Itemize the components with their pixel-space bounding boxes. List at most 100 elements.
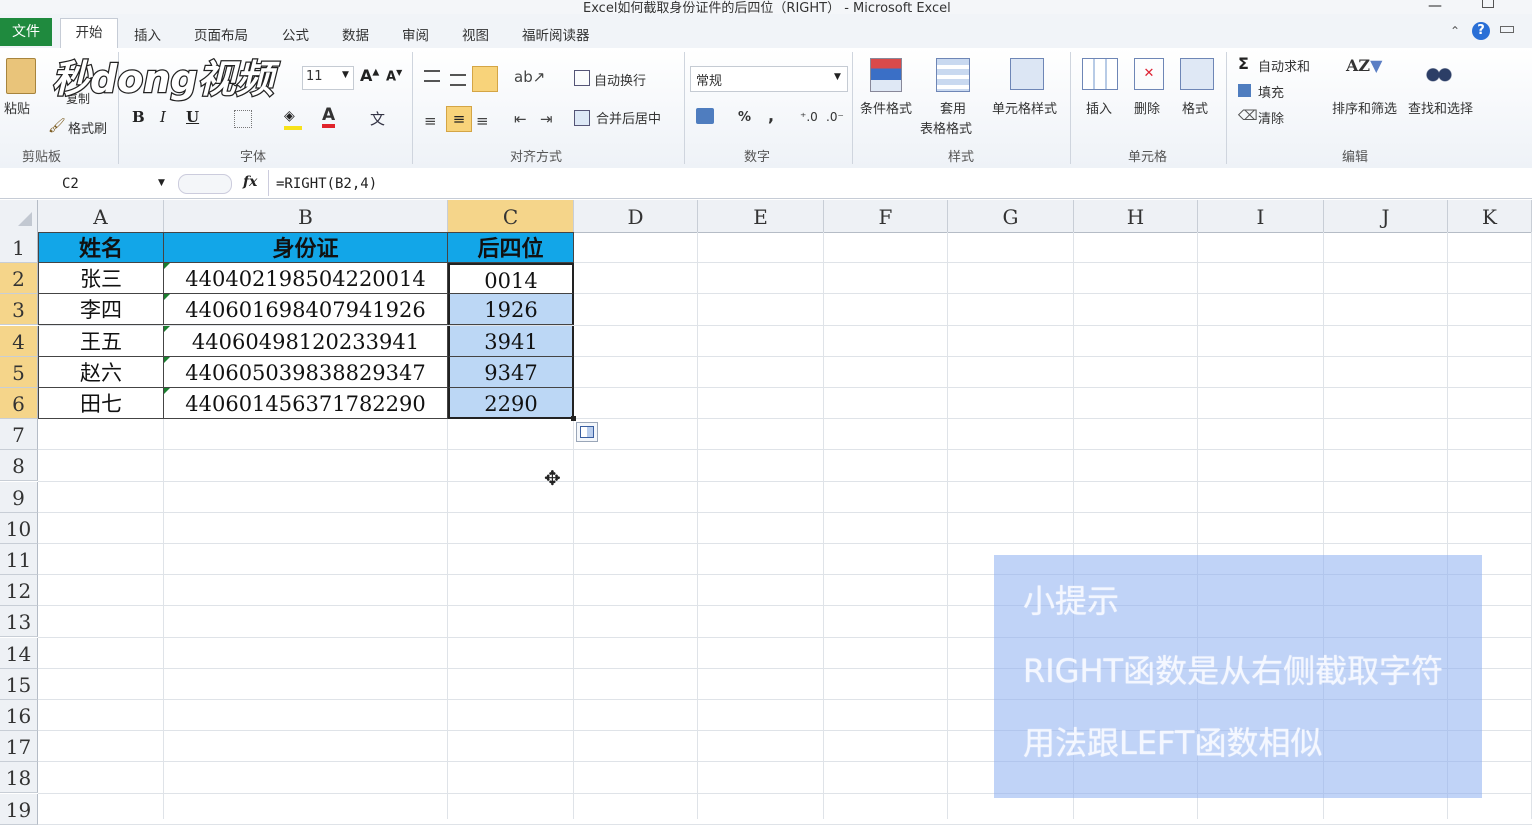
comma-button[interactable]: , <box>768 106 774 125</box>
shrink-font-icon[interactable]: A▼ <box>386 68 402 84</box>
cell-name[interactable]: 张三 <box>38 263 164 295</box>
align-bottom-icon[interactable] <box>472 66 498 92</box>
font-size-dropdown-icon[interactable]: ▼ <box>342 70 349 80</box>
percent-button[interactable]: % <box>738 110 751 125</box>
underline-button[interactable]: U <box>186 108 199 126</box>
window-minimize-icon[interactable] <box>1500 26 1514 33</box>
merge-center-button[interactable]: 合并后居中 <box>596 108 661 127</box>
error-indicator-icon[interactable] <box>164 294 170 301</box>
tab-data[interactable]: 数据 <box>342 24 369 44</box>
paste-icon[interactable] <box>6 58 36 94</box>
minimize-ribbon-icon[interactable]: ⌃ <box>1450 24 1460 38</box>
error-indicator-icon[interactable] <box>164 263 170 270</box>
cell-name[interactable]: 王五 <box>38 325 164 357</box>
cell-id-number[interactable]: 440601456371782290 <box>164 388 448 419</box>
column-header-f[interactable]: F <box>824 200 948 232</box>
border-icon[interactable] <box>234 110 252 128</box>
tab-page-layout[interactable]: 页面布局 <box>194 24 248 44</box>
restore-button[interactable] <box>1482 0 1494 8</box>
column-header-h[interactable]: H <box>1074 200 1198 232</box>
cell-id-number[interactable]: 440605039838829347 <box>164 356 448 388</box>
column-header-b[interactable]: B <box>164 200 448 232</box>
row-header-13[interactable]: 13 <box>0 606 38 638</box>
align-right-icon[interactable]: ≡ <box>476 112 489 130</box>
row-header-12[interactable]: 12 <box>0 575 38 607</box>
cell-name[interactable]: 李四 <box>38 294 164 326</box>
column-header-i[interactable]: I <box>1198 200 1324 232</box>
column-header-c[interactable]: C <box>448 200 574 232</box>
find-select-button[interactable]: 查找和选择 <box>1408 98 1473 117</box>
row-header-18[interactable]: 18 <box>0 762 38 794</box>
wrap-text-button[interactable]: 自动换行 <box>594 70 646 89</box>
increase-indent-icon[interactable]: ⇥ <box>540 110 553 128</box>
tab-view[interactable]: 视图 <box>462 24 489 44</box>
row-header-14[interactable]: 14 <box>0 637 38 669</box>
tab-file[interactable]: 文件 <box>0 18 52 46</box>
help-icon[interactable]: ? <box>1472 22 1490 40</box>
row-header-10[interactable]: 10 <box>0 512 38 544</box>
align-center-icon[interactable]: ≡ <box>446 106 472 132</box>
insert-cells-button[interactable]: 插入 <box>1086 98 1112 117</box>
cell-last-four[interactable]: 0014 <box>448 263 574 295</box>
clear-button[interactable]: 清除 <box>1258 108 1284 127</box>
cell-id-number[interactable]: 440402198504220014 <box>164 263 448 295</box>
column-header-k[interactable]: K <box>1448 200 1532 232</box>
conditional-format-button[interactable]: 条件格式 <box>860 98 912 117</box>
row-header-7[interactable]: 7 <box>0 419 38 451</box>
decrease-indent-icon[interactable]: ⇤ <box>514 110 527 128</box>
row-header-5[interactable]: 5 <box>0 356 38 388</box>
fill-color-icon[interactable]: ◈ <box>284 108 302 130</box>
minimize-button[interactable]: — <box>1428 0 1442 14</box>
error-indicator-icon[interactable] <box>164 356 170 363</box>
row-header-9[interactable]: 9 <box>0 481 38 513</box>
align-left-icon[interactable]: ≡ <box>424 112 437 130</box>
header-cell-last-four[interactable]: 后四位 <box>448 232 574 263</box>
accounting-format-icon[interactable] <box>696 108 714 124</box>
cell-id-number[interactable]: 44060498120233941 <box>164 325 448 357</box>
auto-fill-options-button[interactable] <box>576 422 598 442</box>
delete-cells-button[interactable]: 删除 <box>1134 98 1160 117</box>
formula-input[interactable] <box>268 170 1532 196</box>
cell-name[interactable]: 赵六 <box>38 356 164 388</box>
increase-decimal-icon[interactable]: ⁺.0 <box>800 110 818 124</box>
column-header-g[interactable]: G <box>948 200 1074 232</box>
row-header-3[interactable]: 3 <box>0 294 38 326</box>
phonetic-icon[interactable]: 文 <box>370 108 385 129</box>
autosum-button[interactable]: 自动求和 <box>1258 56 1310 75</box>
row-header-6[interactable]: 6 <box>0 388 38 419</box>
orientation-icon[interactable]: ab↗ <box>514 68 545 86</box>
tab-foxit-reader[interactable]: 福昕阅读器 <box>522 24 590 44</box>
column-header-a[interactable]: A <box>38 200 164 232</box>
cell-name[interactable]: 田七 <box>38 388 164 419</box>
row-header-4[interactable]: 4 <box>0 325 38 357</box>
tab-home[interactable]: 开始 <box>60 18 118 49</box>
tab-review[interactable]: 审阅 <box>402 24 429 44</box>
italic-button[interactable]: I <box>160 108 166 126</box>
row-header-11[interactable]: 11 <box>0 544 38 575</box>
format-cells-button[interactable]: 格式 <box>1182 98 1208 117</box>
decrease-decimal-icon[interactable]: .0⁻ <box>826 110 844 124</box>
format-painter-button[interactable]: 格式刷 <box>68 118 107 137</box>
row-header-1[interactable]: 1 <box>0 232 38 263</box>
cell-last-four[interactable]: 9347 <box>448 356 574 388</box>
row-header-19[interactable]: 19 <box>0 793 38 825</box>
cell-styles-button[interactable]: 单元格样式 <box>992 98 1057 117</box>
format-as-table-line1[interactable]: 套用 <box>940 98 966 117</box>
name-box-dropdown-icon[interactable]: ▼ <box>158 178 165 188</box>
tab-formulas[interactable]: 公式 <box>282 24 309 44</box>
cell-last-four[interactable]: 1926 <box>448 294 574 326</box>
tab-insert[interactable]: 插入 <box>134 24 161 44</box>
format-as-table-line2[interactable]: 表格格式 <box>920 118 972 137</box>
align-top-icon[interactable] <box>424 70 440 82</box>
header-cell-id-number[interactable]: 身份证 <box>164 232 448 263</box>
header-cell-name[interactable]: 姓名 <box>38 232 164 263</box>
font-color-icon[interactable]: A <box>322 106 336 128</box>
number-format-dropdown-icon[interactable]: ▼ <box>834 72 841 82</box>
align-middle-icon[interactable] <box>450 74 466 86</box>
row-header-15[interactable]: 15 <box>0 668 38 700</box>
insert-function-button[interactable]: fx <box>243 174 257 190</box>
fill-button[interactable]: 填充 <box>1258 82 1284 101</box>
row-header-8[interactable]: 8 <box>0 450 38 482</box>
row-header-2[interactable]: 2 <box>0 263 38 295</box>
error-indicator-icon[interactable] <box>164 388 170 394</box>
